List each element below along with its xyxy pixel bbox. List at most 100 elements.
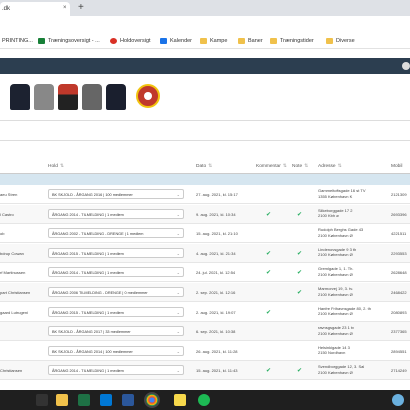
hold-select-value: ÅRGANG 2014 - TILMELDING | 1 medlem [52, 369, 124, 374]
hold-select-value: BK SKJOLD - ÅRGANG 2017 | 33 medlemmer [52, 330, 131, 335]
table-row[interactable]: BK SKJOLD - ÅRGANG 2014 | 100 medlemmer … [0, 342, 410, 361]
registration-date: 15. aug. 2021, kl. 11:43 [196, 368, 238, 374]
col-hold-header[interactable]: Hold ⇅ [48, 164, 64, 169]
calendar-icon [160, 37, 167, 44]
mobile-number: 2121309 [391, 192, 407, 197]
tee-product-image[interactable] [82, 84, 102, 110]
chevron-down-icon: ⌄ [176, 348, 180, 354]
member-name: bdrup Cowan [0, 250, 24, 256]
file-explorer-icon[interactable] [56, 394, 68, 406]
mobile-number: 2693396 [391, 211, 407, 217]
col-note-header[interactable]: Note ⇅ [292, 164, 308, 169]
mobile-number: 2628648 [391, 270, 407, 276]
app-top-nav [0, 58, 410, 74]
sort-icon: ⇅ [337, 164, 342, 169]
hold-select[interactable]: BK SKJOLD - ÅRGANG 2016 | 100 medlemmer … [48, 189, 184, 199]
address: Silkeborggade 17 2 2100 Kbh ø [318, 207, 353, 219]
new-tab-icon[interactable]: + [78, 2, 84, 13]
hold-select-value: ÅRGANG 2006 TILMELDING - DRENGE | 0 medl… [52, 291, 148, 295]
sort-icon: ⇅ [208, 164, 213, 169]
table-row[interactable]: BK SKJOLD - ÅRGANG 2017 | 33 medlemmer ⌄… [0, 322, 410, 342]
hold-select[interactable]: ÅRGANG 2014 - TILMELDING | 1 medlem ⌄ [48, 267, 184, 278]
sort-icon: ⇅ [282, 164, 287, 169]
hold-select-value: ÅRGANG 2015 - TILMELDING | 1 medlem [52, 251, 124, 256]
hold-select-value: ÅRGANG 2015 - TILMELDING | 1 medlem [52, 310, 124, 315]
address: Lindenovsgade 9 3 th 2100 København Ø [318, 246, 357, 258]
registration-date: 27. aug. 2021, kl. 15:17 [196, 192, 238, 197]
hold-select[interactable]: BK SKJOLD - ÅRGANG 2017 | 33 medlemmer ⌄ [48, 326, 184, 337]
member-name: part Christiansen [0, 290, 31, 295]
check-icon: ✔ [297, 290, 303, 296]
sticky-notes-icon[interactable] [174, 394, 186, 406]
chevron-down-icon: ⌄ [176, 290, 180, 295]
table-row[interactable]: l Castro ÅRGANG 2014 - TILMELDING | 1 me… [0, 204, 410, 224]
col-adresse-header[interactable]: Adresse ⇅ [318, 164, 342, 169]
bookmarks-bar: PRINTING... Træningsoversigt - ... Holdo… [0, 32, 410, 49]
sort-icon: ⇅ [59, 164, 64, 169]
bookmark-baner[interactable]: Baner [238, 36, 263, 45]
check-icon: ✔ [266, 270, 272, 277]
folder-icon [238, 37, 245, 44]
col-dato-header[interactable]: Dato ⇅ [196, 164, 212, 169]
table-row[interactable]: Christiansen ÅRGANG 2014 - TILMELDING | … [0, 361, 410, 381]
check-icon: ✔ [297, 250, 303, 257]
jacket-product-image[interactable] [10, 84, 30, 110]
address: ravnsgsgade 23 1 tv 2100 København Ø [318, 325, 355, 336]
col-mobil-header[interactable]: Mobil [391, 164, 402, 169]
hold-select-value: ÅRGANG 2002 - TILMELDING - DRENGE | 1 me… [52, 232, 144, 237]
bookmark-kampe[interactable]: Kampe [200, 36, 227, 45]
chrome-icon[interactable] [144, 392, 160, 408]
shirt-product-image[interactable] [58, 84, 78, 110]
col-kommentar-header[interactable]: Kommentar ⇅ [256, 164, 287, 169]
bookmark-kalender[interactable]: Kalender [160, 36, 192, 45]
folder-icon [200, 37, 207, 44]
chevron-down-icon: ⌄ [176, 192, 180, 197]
bookmark-traeningstider[interactable]: Træningstider [270, 36, 314, 45]
hold-select[interactable]: ÅRGANG 2014 - TILMELDING | 1 medlem ⌄ [48, 208, 184, 219]
table-row[interactable]: rf Martinussen ÅRGANG 2014 - TILMELDING … [0, 263, 410, 283]
address: Marmorvej 19, 3. tv. 2100 København Ø [318, 286, 354, 297]
sort-icon: ⇅ [304, 164, 309, 169]
group-subheader [0, 174, 410, 185]
hoodie-product-image[interactable] [34, 84, 54, 110]
hold-select[interactable]: ÅRGANG 2002 - TILMELDING - DRENGE | 1 me… [48, 228, 184, 239]
hold-select-value: ÅRGANG 2014 - TILMELDING | 1 medlem [52, 212, 124, 217]
registration-date: 4. aug. 2021, kl. 21:34 [196, 250, 236, 256]
hold-select[interactable]: ÅRGANG 2015 - TILMELDING | 1 medlem ⌄ [48, 247, 184, 258]
avatar[interactable] [402, 62, 410, 70]
table-row[interactable]: ob ÅRGANG 2002 - TILMELDING - DRENGE | 1… [0, 224, 410, 244]
word-icon[interactable] [122, 394, 134, 406]
bookmark-holdoversigt[interactable]: Holdoversigt [110, 36, 151, 45]
registration-date: 2. aug. 2021, kl. 19:07 [196, 309, 236, 315]
member-name: Christiansen [0, 368, 23, 374]
chevron-down-icon: ⌄ [176, 329, 180, 335]
taskview-icon[interactable] [36, 394, 48, 406]
outlook-icon[interactable] [100, 394, 112, 406]
excel-icon[interactable] [78, 394, 90, 406]
registration-date: 15. aug. 2021, kl. 21:10 [196, 231, 238, 237]
hold-select[interactable]: ÅRGANG 2014 - TILMELDING | 1 medlem ⌄ [48, 365, 184, 376]
weather-icon[interactable] [392, 394, 404, 406]
hold-select[interactable]: ÅRGANG 2015 - TILMELDING | 1 medlem ⌄ [48, 306, 184, 317]
jacket-dark-product-image[interactable] [106, 84, 126, 110]
member-name: gaard Lutrugeni [0, 309, 29, 315]
table-row[interactable]: part Christiansen ÅRGANG 2006 TILMELDING… [0, 283, 410, 302]
table-header: Hold ⇅ Dato ⇅ Kommentar ⇅ Note ⇅ Adresse ⇅ Mo… [0, 160, 410, 174]
chevron-down-icon: ⌄ [176, 250, 180, 256]
spotify-icon[interactable] [198, 394, 210, 406]
table-row[interactable]: gaard Lutrugeni ÅRGANG 2015 - TILMELDING… [0, 303, 410, 322]
table-row[interactable]: bdrup Cowan ÅRGANG 2015 - TILMELDING | 1… [0, 243, 410, 263]
check-icon: ✔ [297, 368, 303, 375]
hold-select-value: BK SKJOLD - ÅRGANG 2014 | 100 medlemmer [52, 349, 133, 354]
table-row[interactable]: aeu Stren BK SKJOLD - ÅRGANG 2016 | 100 … [0, 185, 410, 204]
check-icon: ✔ [266, 368, 272, 375]
mobile-number: 2894551 [391, 348, 407, 354]
bookmark-traeningsoversigt[interactable]: Træningsoversigt - ... [38, 36, 100, 45]
hold-select[interactable]: ÅRGANG 2006 TILMELDING - DRENGE | 0 medl… [48, 287, 184, 297]
bookmark-printing[interactable]: PRINTING... [2, 36, 33, 45]
browser-tab[interactable]: .dk × [0, 2, 70, 16]
hold-select[interactable]: BK SKJOLD - ÅRGANG 2014 | 100 medlemmer … [48, 345, 184, 356]
close-icon[interactable]: × [63, 5, 67, 11]
address: Gammeltoftsgade 16 st TV 1355 København K [318, 188, 366, 199]
bookmark-diverse[interactable]: Diverse [326, 36, 355, 45]
